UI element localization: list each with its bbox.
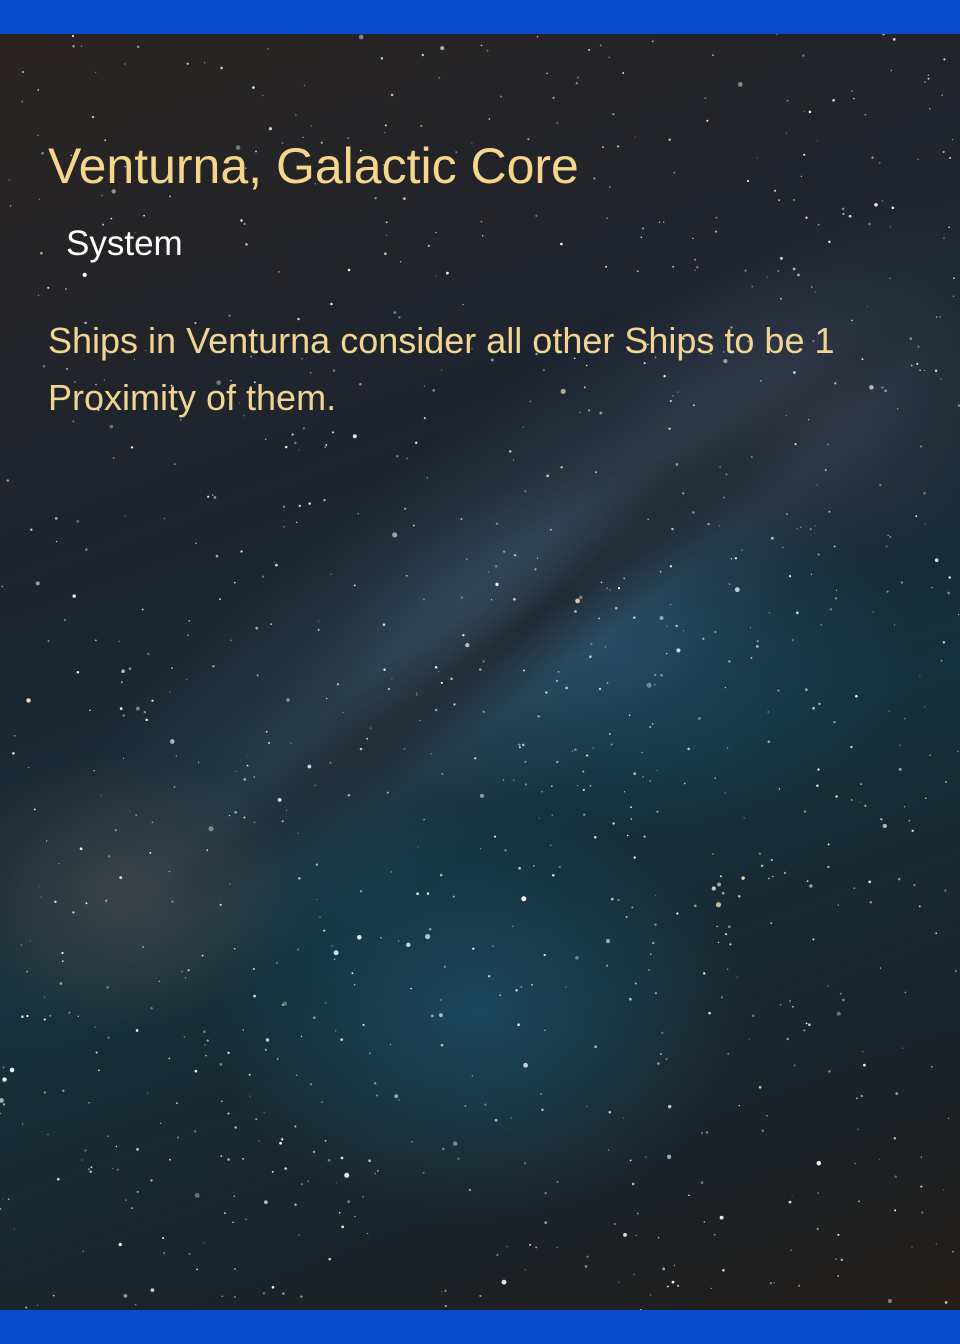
card-rules-text: Ships in Venturna consider all other Shi…	[48, 320, 835, 418]
card-frame-bottom-bar	[0, 1310, 960, 1344]
system-card: Venturna, Galactic Core System Ships in …	[0, 0, 960, 1344]
card-title: Venturna, Galactic Core	[48, 138, 579, 194]
card-type: System	[66, 224, 183, 263]
card-frame-top-bar	[0, 0, 960, 34]
